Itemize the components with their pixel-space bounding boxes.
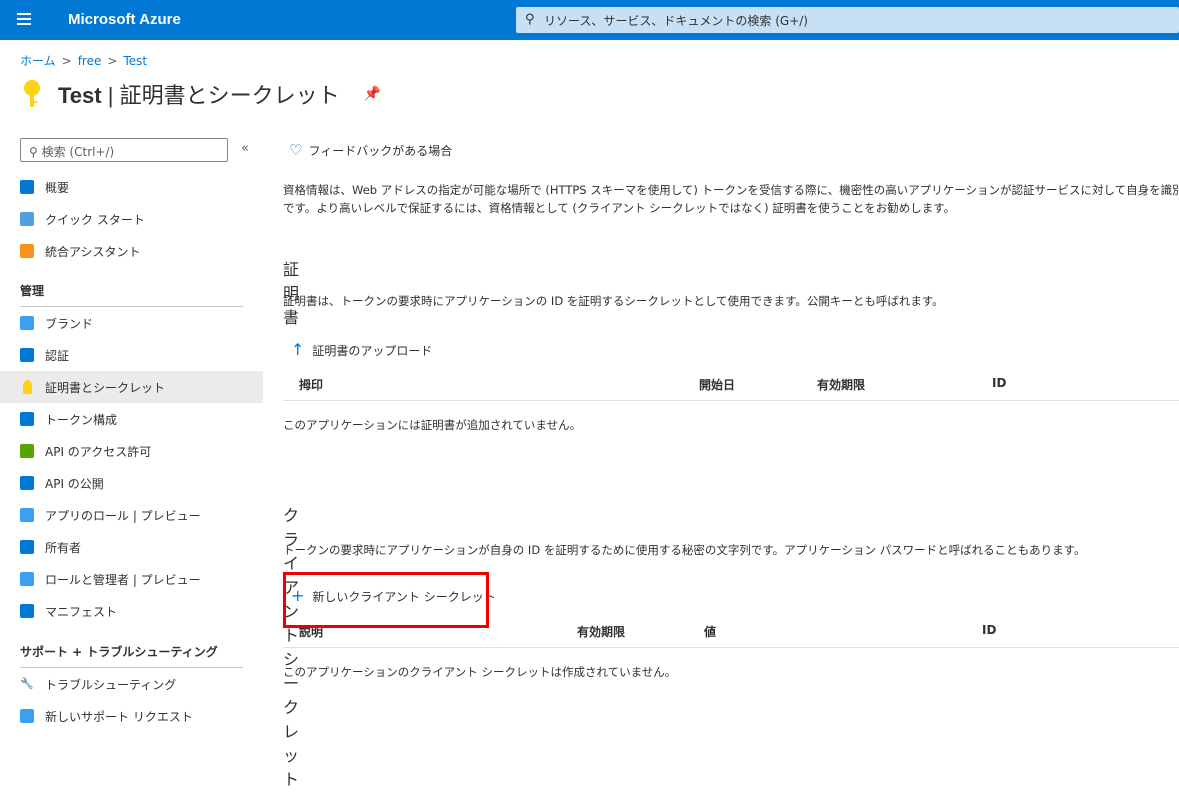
sidebar-item[interactable]: アプリのロール | プレビュー bbox=[0, 499, 263, 531]
sidebar-item[interactable]: 🔧 トラブルシューティング bbox=[0, 668, 263, 700]
client-secrets-description: トークンの要求時にアプリケーションが自身の ID を証明するために使用する秘密の… bbox=[283, 543, 1086, 557]
col-expires[interactable]: 有効期限 bbox=[817, 376, 865, 393]
sidebar: ⚲ 検索 (Ctrl+/) « bbox=[0, 138, 263, 162]
breadcrumb-free[interactable]: free bbox=[78, 54, 102, 68]
sidebar-item-label: 証明書とシークレット bbox=[45, 380, 166, 395]
grid-icon bbox=[20, 180, 34, 194]
sidebar-item-label: 所有者 bbox=[45, 540, 82, 555]
web-icon bbox=[20, 316, 34, 330]
collapse-icon[interactable]: « bbox=[241, 141, 249, 156]
owners-icon bbox=[20, 540, 34, 554]
search-placeholder: リソース、サービス、ドキュメントの検索 (G+/) bbox=[544, 14, 808, 28]
sidebar-item[interactable]: API の公開 bbox=[0, 467, 263, 499]
users-icon bbox=[20, 508, 34, 522]
certificates-empty: このアプリケーションには証明書が追加されていません。 bbox=[283, 418, 582, 432]
feedback-button[interactable]: ♡ フィードバックがある場合 bbox=[289, 141, 452, 159]
manifest-icon bbox=[20, 604, 34, 618]
sidebar-item-label: トークン構成 bbox=[45, 412, 118, 427]
sidebar-item-label: API のアクセス許可 bbox=[45, 444, 152, 459]
sidebar-item-label: 統合アシスタント bbox=[45, 244, 141, 259]
sidebar-item[interactable]: 所有者 bbox=[0, 531, 263, 563]
sidebar-item[interactable]: 証明書とシークレット bbox=[0, 371, 263, 403]
sidebar-item-label: 新しいサポート リクエスト bbox=[45, 709, 193, 724]
cloud-icon bbox=[20, 212, 34, 226]
sidebar-item-label: ブランド bbox=[45, 316, 94, 331]
key-icon bbox=[23, 380, 32, 394]
breadcrumb-test[interactable]: Test bbox=[123, 54, 147, 68]
col-value[interactable]: 値 bbox=[704, 623, 716, 640]
heart-icon: ♡ bbox=[289, 141, 303, 159]
bars-icon bbox=[20, 412, 34, 426]
col-thumbprint[interactable]: 拇印 bbox=[299, 376, 323, 393]
admin-icon bbox=[20, 572, 34, 586]
sidebar-item[interactable]: トークン構成 bbox=[0, 403, 263, 435]
pin-icon[interactable]: 📌 bbox=[364, 86, 381, 102]
signin-icon bbox=[20, 348, 34, 362]
key-icon bbox=[22, 79, 42, 109]
upload-icon: ↑ bbox=[291, 340, 305, 359]
col-expires[interactable]: 有効期限 bbox=[577, 623, 625, 640]
global-search-input[interactable]: ⚲ リソース、サービス、ドキュメントの検索 (G+/) bbox=[516, 7, 1179, 33]
description: 資格情報は、Web アドレスの指定が可能な場所で (HTTPS スキーマを使用し… bbox=[283, 183, 1179, 215]
sidebar-item[interactable]: マニフェスト bbox=[0, 595, 263, 627]
sidebar-item-label: クイック スタート bbox=[45, 212, 145, 227]
sidebar-item-label: マニフェスト bbox=[45, 604, 118, 619]
sidebar-item[interactable]: 認証 bbox=[0, 339, 263, 371]
client-secrets-empty: このアプリケーションのクライアント シークレットは作成されていません。 bbox=[283, 665, 677, 679]
highlight-box bbox=[283, 572, 489, 628]
wrench-icon: 🔧 bbox=[20, 677, 34, 690]
col-id[interactable]: ID bbox=[982, 623, 996, 637]
section-support: サポート + トラブルシューティング bbox=[20, 643, 243, 668]
api-icon bbox=[20, 444, 34, 458]
sidebar-item[interactable]: 統合アシスタント bbox=[0, 235, 263, 267]
menu-icon[interactable] bbox=[17, 13, 31, 28]
sidebar-item-label: 認証 bbox=[45, 348, 70, 363]
cloud-api-icon bbox=[20, 476, 34, 490]
upload-certificate-button[interactable]: ↑ 証明書のアップロード bbox=[291, 340, 432, 359]
sidebar-item[interactable]: 概要 bbox=[0, 171, 263, 203]
sidebar-item[interactable]: ロールと管理者 | プレビュー bbox=[0, 563, 263, 595]
sidebar-item-label: 概要 bbox=[45, 180, 70, 195]
certificates-description: 証明書は、トークンの要求時にアプリケーションの ID を証明するシークレットとし… bbox=[283, 294, 944, 308]
sidebar-item-label: アプリのロール | プレビュー bbox=[45, 508, 201, 523]
rocket-icon bbox=[20, 244, 34, 258]
app-title[interactable]: Microsoft Azure bbox=[68, 11, 181, 28]
col-id[interactable]: ID bbox=[992, 376, 1006, 390]
sidebar-item[interactable]: 新しいサポート リクエスト bbox=[0, 700, 263, 732]
search-icon: ⚲ bbox=[525, 12, 535, 27]
sidebar-item-label: ロールと管理者 | プレビュー bbox=[45, 572, 201, 587]
breadcrumb: ホーム > free > Test bbox=[20, 54, 148, 68]
certificates-table-header: 拇印 開始日 有効期限 ID bbox=[283, 367, 1179, 401]
sidebar-item-label: API の公開 bbox=[45, 476, 104, 491]
breadcrumb-home[interactable]: ホーム bbox=[20, 54, 56, 68]
sidebar-search-placeholder: 検索 (Ctrl+/) bbox=[41, 145, 115, 159]
sidebar-search-input[interactable]: ⚲ 検索 (Ctrl+/) bbox=[20, 138, 228, 162]
sidebar-item-label: トラブルシューティング bbox=[45, 677, 177, 692]
sidebar-item[interactable]: ブランド bbox=[0, 307, 263, 339]
sidebar-item[interactable]: クイック スタート bbox=[0, 203, 263, 235]
col-start-date[interactable]: 開始日 bbox=[699, 376, 735, 393]
support-icon bbox=[20, 709, 34, 723]
section-manage: 管理 bbox=[20, 282, 243, 307]
top-bar: Microsoft Azure ⚲ リソース、サービス、ドキュメントの検索 (G+… bbox=[0, 0, 1179, 40]
sidebar-item[interactable]: API のアクセス許可 bbox=[0, 435, 263, 467]
page-header: Test | 証明書とシークレット 📌 bbox=[22, 78, 381, 110]
feedback-label: フィードバックがある場合 bbox=[308, 144, 453, 158]
page-title: Test | 証明書とシークレット bbox=[58, 83, 340, 108]
certificates-heading: 証明書 bbox=[283, 262, 300, 327]
